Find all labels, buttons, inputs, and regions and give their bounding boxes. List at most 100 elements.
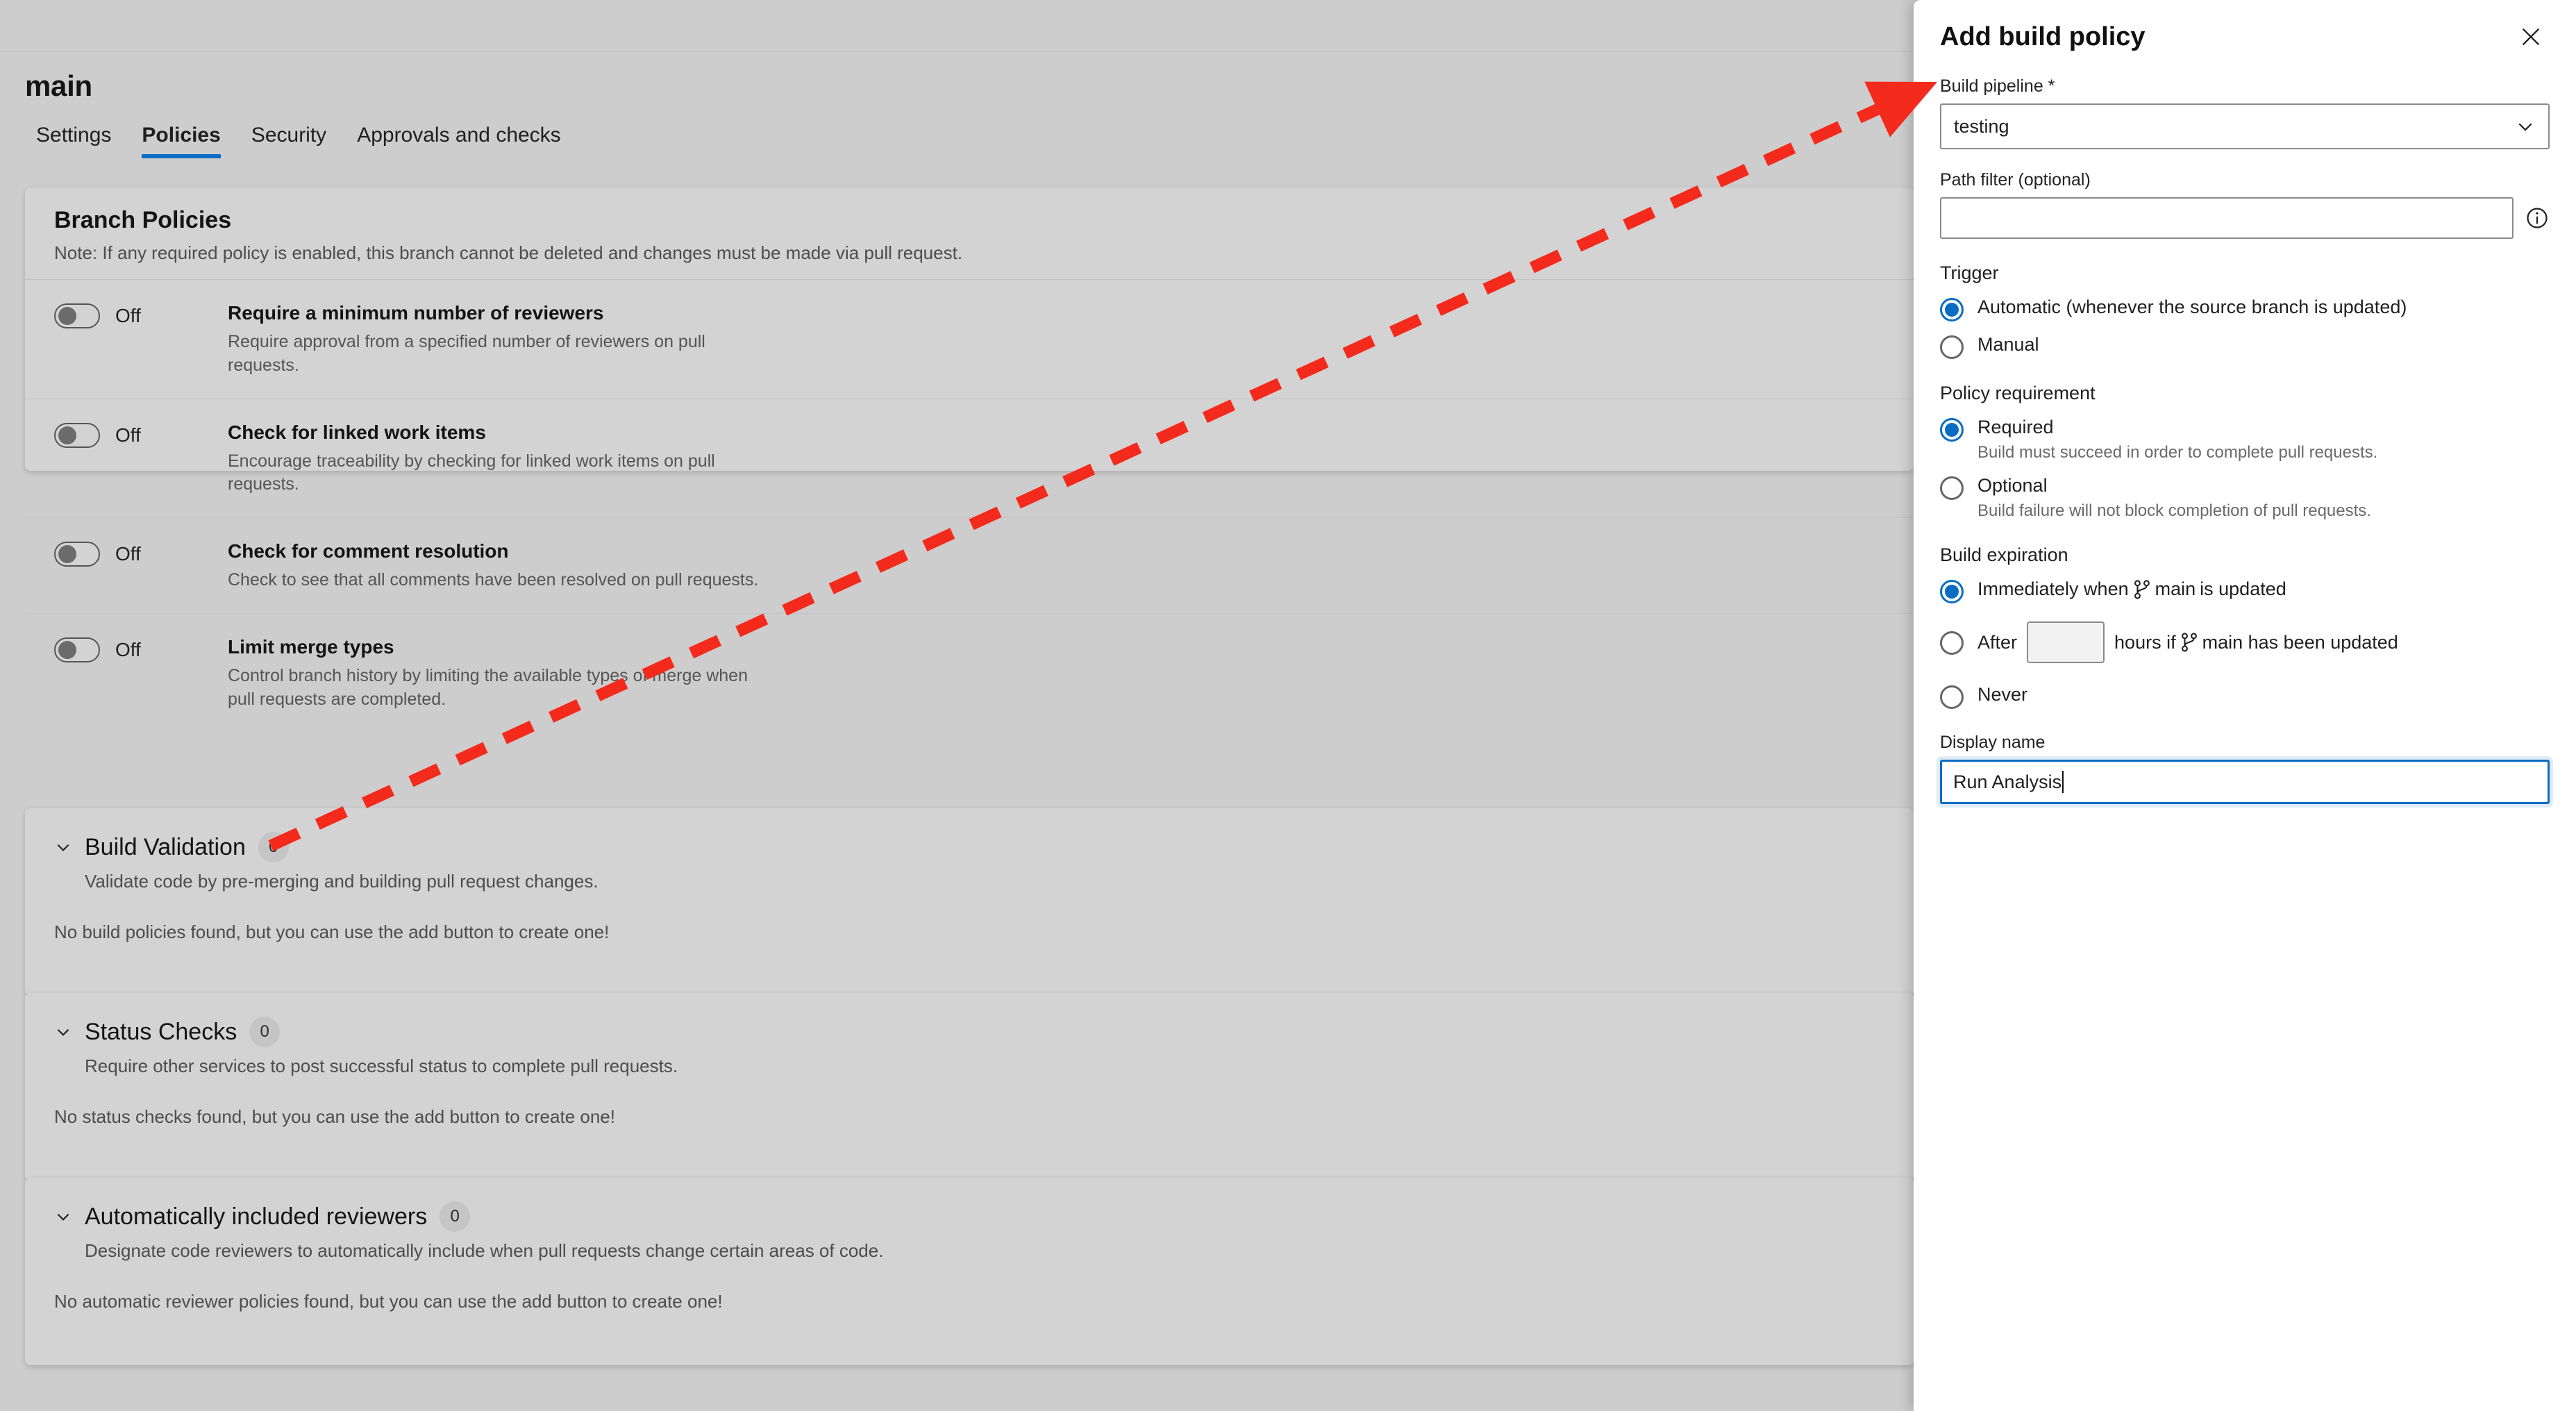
radio-button[interactable] bbox=[1940, 418, 1964, 442]
page-tabs: Settings Policies Security Approvals and… bbox=[21, 121, 576, 158]
path-filter-row bbox=[1940, 197, 2550, 239]
toggle-knob bbox=[58, 640, 76, 659]
chevron-down-icon[interactable] bbox=[54, 1023, 72, 1041]
section-empty-text: No build policies found, but you can use… bbox=[54, 921, 610, 942]
radio-button[interactable] bbox=[1940, 685, 1964, 710]
toggle-state-label: Off bbox=[115, 424, 141, 446]
path-filter-label: Path filter (optional) bbox=[1940, 170, 2091, 190]
trigger-option-label: Automatic (whenever the source branch is… bbox=[1977, 297, 2407, 317]
display-name-input[interactable]: Run Analysis bbox=[1940, 760, 2550, 805]
radio-button[interactable] bbox=[1940, 631, 1964, 656]
policy-title: Limit merge types bbox=[228, 635, 394, 658]
radio-button[interactable] bbox=[1940, 476, 1964, 501]
tab-approvals-and-checks[interactable]: Approvals and checks bbox=[342, 121, 576, 158]
build-validation-header[interactable]: Build Validation 0 bbox=[54, 832, 1884, 862]
toggle-switch[interactable] bbox=[54, 422, 100, 448]
policy-toggle-min-reviewers[interactable]: Off bbox=[54, 301, 228, 328]
chevron-down-icon[interactable] bbox=[54, 1208, 72, 1226]
toggle-switch[interactable] bbox=[54, 637, 100, 662]
policy-row: Off Check for comment resolution Check t… bbox=[25, 517, 1914, 613]
close-button[interactable] bbox=[2512, 18, 2550, 56]
policy-description: Require approval from a specified number… bbox=[228, 332, 705, 375]
policy-row: Off Check for linked work items Encourag… bbox=[25, 398, 1914, 518]
page-body: main Settings Policies Security Approval… bbox=[0, 51, 1914, 1411]
build-expiration-after-text: After hours if main has been updated bbox=[1977, 621, 2398, 664]
policy-description: Check to see that all comments have been… bbox=[228, 570, 759, 590]
tab-security[interactable]: Security bbox=[236, 121, 342, 158]
trigger-option-automatic[interactable]: Automatic (whenever the source branch is… bbox=[1940, 297, 2550, 322]
policy-toggle-limit-merge-types[interactable]: Off bbox=[54, 635, 228, 662]
build-validation-section: Build Validation 0 Validate code by pre-… bbox=[25, 808, 1914, 975]
build-expiration-option-immediately[interactable]: Immediately when main is updated bbox=[1940, 578, 2550, 604]
immediately-prefix: Immediately when bbox=[1977, 578, 2129, 600]
branch-policies-header: Branch Policies Note: If any required po… bbox=[25, 187, 1914, 264]
never-label: Never bbox=[1977, 684, 2028, 706]
build-pipeline-select[interactable]: testing bbox=[1940, 103, 2550, 149]
policy-row: Off Limit merge types Control branch his… bbox=[25, 612, 1914, 733]
policy-text: Check for linked work items Encourage tr… bbox=[228, 420, 1884, 497]
policy-text: Check for comment resolution Check to se… bbox=[228, 539, 1884, 592]
chevron-down-icon[interactable] bbox=[2515, 116, 2536, 137]
section-subtitle: Designate code reviewers to automaticall… bbox=[85, 1240, 884, 1261]
chevron-down-icon[interactable] bbox=[54, 838, 72, 856]
status-checks-card: Status Checks 0 Require other services t… bbox=[25, 993, 1914, 1180]
trigger-label: Trigger bbox=[1940, 262, 1999, 283]
branch-policies-heading: Branch Policies bbox=[54, 207, 232, 233]
trigger-option-label: Manual bbox=[1977, 334, 2039, 355]
display-name-value: Run Analysis bbox=[1953, 771, 2062, 792]
policy-requirement-option-required[interactable]: Required Build must succeed in order to … bbox=[1940, 417, 2550, 462]
policy-requirement-option-body: Optional Build failure will not block co… bbox=[1977, 475, 2371, 521]
hours-input[interactable] bbox=[2027, 621, 2105, 664]
policy-requirement-option-description: Build must succeed in order to complete … bbox=[1977, 443, 2378, 462]
close-icon[interactable] bbox=[2519, 25, 2543, 49]
build-expiration-option-body: After hours if main has been updated bbox=[1977, 621, 2398, 664]
build-pipeline-label: Build pipeline * bbox=[1940, 76, 2055, 96]
status-checks-header[interactable]: Status Checks 0 bbox=[54, 1017, 1884, 1047]
path-filter-input[interactable] bbox=[1940, 197, 2514, 239]
toggle-state-label: Off bbox=[115, 543, 141, 565]
policy-title: Check for comment resolution bbox=[228, 540, 509, 562]
policy-toggle-linked-work-items[interactable]: Off bbox=[54, 420, 228, 448]
page-title: main bbox=[25, 69, 92, 102]
display-name-label: Display name bbox=[1940, 733, 2046, 753]
branch-icon bbox=[2134, 580, 2150, 599]
toggle-switch[interactable] bbox=[54, 542, 100, 567]
build-expiration-option-after[interactable]: After hours if main has been updated bbox=[1940, 621, 2550, 664]
section-subtitle: Require other services to post successfu… bbox=[85, 1055, 678, 1076]
radio-button[interactable] bbox=[1940, 298, 1964, 322]
policy-text: Require a minimum number of reviewers Re… bbox=[228, 301, 1884, 378]
policy-text: Limit merge types Control branch history… bbox=[228, 635, 1884, 712]
tab-policies[interactable]: Policies bbox=[126, 121, 235, 158]
automatic-reviewers-card: Automatically included reviewers 0 Desig… bbox=[25, 1178, 1914, 1365]
section-title: Automatically included reviewers bbox=[85, 1203, 428, 1230]
section-count-badge: 0 bbox=[258, 832, 289, 862]
trigger-option-manual[interactable]: Manual bbox=[1940, 334, 2550, 359]
branch-policies-card: Branch Policies Note: If any required po… bbox=[25, 187, 1914, 709]
policy-row: Off Require a minimum number of reviewer… bbox=[25, 279, 1914, 399]
panel-title: Add build policy bbox=[1940, 22, 2146, 51]
policy-description: Control branch history by limiting the a… bbox=[228, 665, 748, 709]
build-expiration-immediately-text: Immediately when main is updated bbox=[1977, 578, 2286, 600]
text-caret bbox=[2062, 771, 2064, 794]
section-count-badge: 0 bbox=[249, 1017, 281, 1047]
tab-settings[interactable]: Settings bbox=[21, 121, 126, 158]
panel-header: Add build policy bbox=[1940, 0, 2550, 56]
build-expiration-option-body: Never bbox=[1977, 684, 2027, 706]
after-branch: main bbox=[2202, 631, 2243, 653]
toggle-switch[interactable] bbox=[54, 303, 100, 328]
build-expiration-option-never[interactable]: Never bbox=[1940, 684, 2550, 710]
policy-toggle-comment-resolution[interactable]: Off bbox=[54, 539, 228, 567]
toggle-knob bbox=[58, 545, 76, 563]
radio-button[interactable] bbox=[1940, 335, 1964, 359]
policy-requirement-option-label: Required bbox=[1977, 417, 2054, 437]
branch-policies-note: Note: If any required policy is enabled,… bbox=[54, 242, 963, 263]
toggle-state-label: Off bbox=[115, 305, 141, 326]
policy-requirement-option-optional[interactable]: Optional Build failure will not block co… bbox=[1940, 475, 2550, 521]
radio-button[interactable] bbox=[1940, 580, 1964, 604]
section-subtitle: Validate code by pre-merging and buildin… bbox=[85, 871, 599, 892]
section-count-badge: 0 bbox=[440, 1201, 471, 1232]
immediately-branch: main bbox=[2155, 578, 2196, 600]
info-icon[interactable] bbox=[2525, 206, 2550, 231]
automatic-reviewers-header[interactable]: Automatically included reviewers 0 bbox=[54, 1201, 1884, 1232]
after-prefix: After bbox=[1977, 631, 2018, 653]
